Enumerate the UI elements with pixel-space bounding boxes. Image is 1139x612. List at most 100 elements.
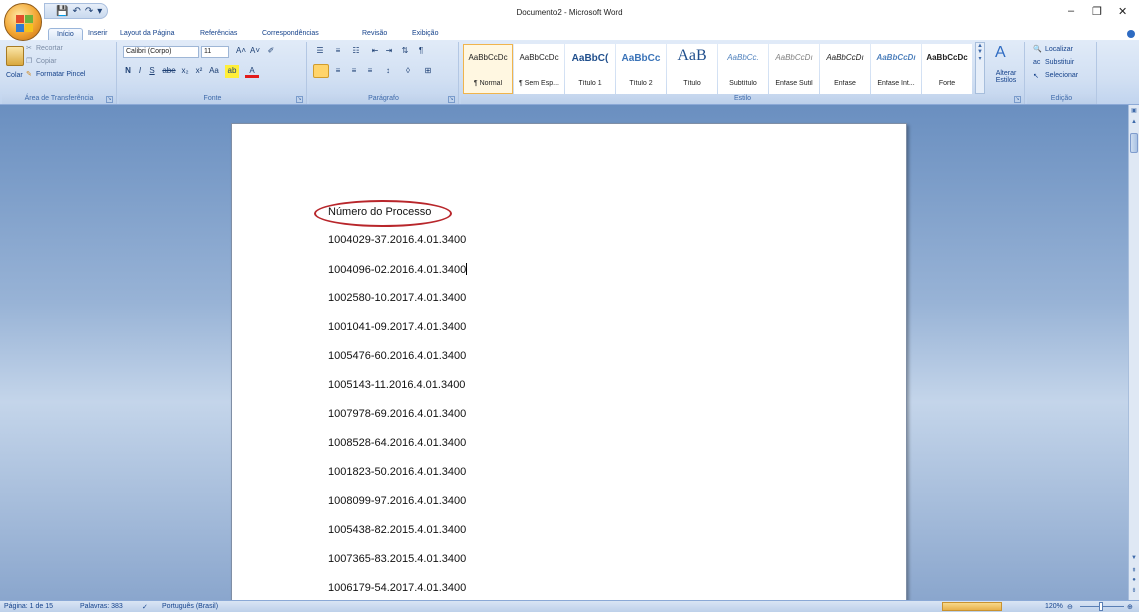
shading-icon[interactable]: ◊: [401, 65, 415, 78]
styles-gallery-scroll[interactable]: ▲ ▼ ▾: [975, 42, 985, 94]
scroll-down-icon[interactable]: ▼: [1130, 555, 1138, 561]
font-size-select[interactable]: 11: [201, 46, 229, 58]
style-sem-espaco[interactable]: AaBbCcDc ¶ Sem Esp...: [514, 44, 564, 94]
copy-icon[interactable]: ❐: [26, 57, 32, 65]
minimize-button[interactable]: –: [1068, 5, 1074, 17]
increase-indent-icon[interactable]: ⇥: [383, 45, 395, 58]
superscript-button[interactable]: x²: [193, 65, 205, 78]
numbering-icon[interactable]: ≡: [331, 45, 345, 58]
tab-inserir[interactable]: Inserir: [88, 28, 107, 40]
replace-button[interactable]: Substituir: [1045, 59, 1074, 66]
cut-icon[interactable]: ✂: [26, 44, 32, 52]
line-spacing-icon[interactable]: ↕: [381, 65, 395, 78]
grow-font-button[interactable]: A˄: [235, 45, 247, 58]
style-subtitulo[interactable]: AaBbCc. Subtítulo: [718, 44, 768, 94]
paragraph-launcher-icon[interactable]: ↘: [448, 96, 455, 103]
replace-icon[interactable]: ac: [1033, 59, 1040, 66]
style-normal[interactable]: AaBbCcDc ¶ Normal: [463, 44, 513, 94]
zoom-in-icon[interactable]: ⊕: [1127, 603, 1133, 611]
office-logo-icon: [16, 15, 24, 23]
cut-button[interactable]: Recortar: [36, 45, 63, 52]
sort-icon[interactable]: ⇅: [399, 45, 411, 58]
language-indicator[interactable]: Português (Brasil): [162, 603, 218, 610]
document-line: 1004029-37.2016.4.01.3400: [328, 234, 467, 246]
format-painter-icon[interactable]: ✎: [26, 70, 32, 78]
view-buttons[interactable]: [942, 602, 1002, 611]
font-name-select[interactable]: Calibri (Corpo): [123, 46, 199, 58]
clipboard-launcher-icon[interactable]: ↘: [106, 96, 113, 103]
change-styles-button[interactable]: Alterar Estilos: [989, 70, 1023, 84]
zoom-level[interactable]: 120%: [1045, 603, 1063, 610]
change-styles-icon[interactable]: A: [995, 44, 1006, 62]
style-titulo-2[interactable]: AaBbCc Título 2: [616, 44, 666, 94]
help-icon[interactable]: [1127, 30, 1135, 38]
style-forte[interactable]: AaBbCcDc Forte: [922, 44, 972, 94]
document-line: 1005143-11.2016.4.01.3400: [328, 379, 466, 391]
office-button[interactable]: [4, 3, 42, 41]
underline-button[interactable]: S: [147, 65, 157, 78]
style-enfase-sutil[interactable]: AaBbCcDı Ênfase Sutil: [769, 44, 819, 94]
align-right-icon[interactable]: ≡: [347, 65, 361, 78]
text-caret: [466, 263, 468, 275]
align-left-icon[interactable]: [313, 64, 329, 78]
styles-gallery: AaBbCcDc ¶ Normal AaBbCcDc ¶ Sem Esp... …: [463, 44, 973, 94]
tab-exibicao[interactable]: Exibição: [412, 28, 438, 40]
maximize-button[interactable]: ❐: [1092, 5, 1102, 18]
word-count[interactable]: Palavras: 383: [80, 603, 123, 610]
copy-button[interactable]: Copiar: [36, 58, 57, 65]
strikethrough-button[interactable]: abe: [161, 65, 177, 78]
select-button[interactable]: Selecionar: [1045, 72, 1078, 79]
paste-icon[interactable]: [6, 46, 24, 66]
multilevel-list-icon[interactable]: ☷: [349, 45, 363, 58]
style-titulo-1[interactable]: AaBbC( Título 1: [565, 44, 615, 94]
format-painter-button[interactable]: Formatar Pincel: [36, 71, 85, 78]
zoom-slider-thumb[interactable]: [1099, 602, 1103, 611]
tab-revisao[interactable]: Revisão: [362, 28, 387, 40]
document-workspace: Número do Processo 1004029-37.2016.4.01.…: [0, 105, 1128, 600]
decrease-indent-icon[interactable]: ⇤: [369, 45, 381, 58]
ruler-toggle-icon[interactable]: ▣: [1130, 107, 1138, 114]
document-page[interactable]: Número do Processo 1004029-37.2016.4.01.…: [231, 123, 907, 600]
vertical-scrollbar[interactable]: ▣ ▲ ▼ ⇞ ● ⇟: [1128, 105, 1139, 600]
align-center-icon[interactable]: ≡: [331, 65, 345, 78]
borders-icon[interactable]: ⊞: [421, 65, 435, 78]
font-color-button[interactable]: A: [245, 65, 259, 78]
scroll-up-icon[interactable]: ▲: [1130, 119, 1138, 125]
zoom-out-icon[interactable]: ⊖: [1067, 603, 1073, 611]
style-enfase-intensa[interactable]: AaBbCcDı Ênfase Int...: [871, 44, 921, 94]
style-titulo[interactable]: AaB Título: [667, 44, 717, 94]
bold-button[interactable]: N: [123, 65, 133, 78]
clear-format-icon[interactable]: ✐: [265, 45, 277, 58]
justify-icon[interactable]: ≡: [363, 65, 377, 78]
font-launcher-icon[interactable]: ↘: [296, 96, 303, 103]
find-icon[interactable]: 🔍: [1033, 45, 1042, 53]
previous-page-icon[interactable]: ⇞: [1130, 567, 1138, 574]
page-count[interactable]: Página: 1 de 15: [4, 603, 53, 610]
style-enfase[interactable]: AaBbCcDı Ênfase: [820, 44, 870, 94]
styles-launcher-icon[interactable]: ↘: [1014, 96, 1021, 103]
document-heading: Número do Processo: [328, 206, 432, 218]
next-page-icon[interactable]: ⇟: [1130, 587, 1138, 594]
change-case-button[interactable]: Aa: [207, 65, 221, 78]
find-button[interactable]: Localizar: [1045, 46, 1073, 53]
spell-check-icon[interactable]: ✓: [142, 603, 148, 611]
highlight-button[interactable]: ab: [225, 65, 239, 78]
close-button[interactable]: ✕: [1118, 5, 1127, 18]
tab-correspondencias[interactable]: Correspondências: [262, 28, 319, 40]
pilcrow-icon[interactable]: ¶: [415, 45, 427, 58]
scroll-thumb[interactable]: [1130, 133, 1138, 153]
tab-layout[interactable]: Layout da Página: [120, 28, 175, 40]
browse-object-icon[interactable]: ●: [1130, 577, 1138, 583]
bullets-icon[interactable]: ☰: [313, 45, 327, 58]
tab-inicio[interactable]: Início: [48, 28, 83, 40]
tab-referencias[interactable]: Referências: [200, 28, 237, 40]
subscript-button[interactable]: x₂: [179, 65, 191, 78]
editing-group: 🔍 Localizar ac Substituir ↖ Selecionar E…: [1027, 42, 1097, 104]
paste-button[interactable]: Colar: [6, 72, 23, 79]
ribbon-tabs: Início Inserir Layout da Página Referênc…: [0, 28, 1139, 40]
font-group-label: Fonte: [119, 94, 306, 104]
italic-button[interactable]: I: [135, 65, 145, 78]
select-icon[interactable]: ↖: [1033, 72, 1039, 80]
document-line: 1004096-02.2016.4.01.3400: [328, 263, 468, 276]
shrink-font-button[interactable]: A˅: [249, 45, 261, 58]
